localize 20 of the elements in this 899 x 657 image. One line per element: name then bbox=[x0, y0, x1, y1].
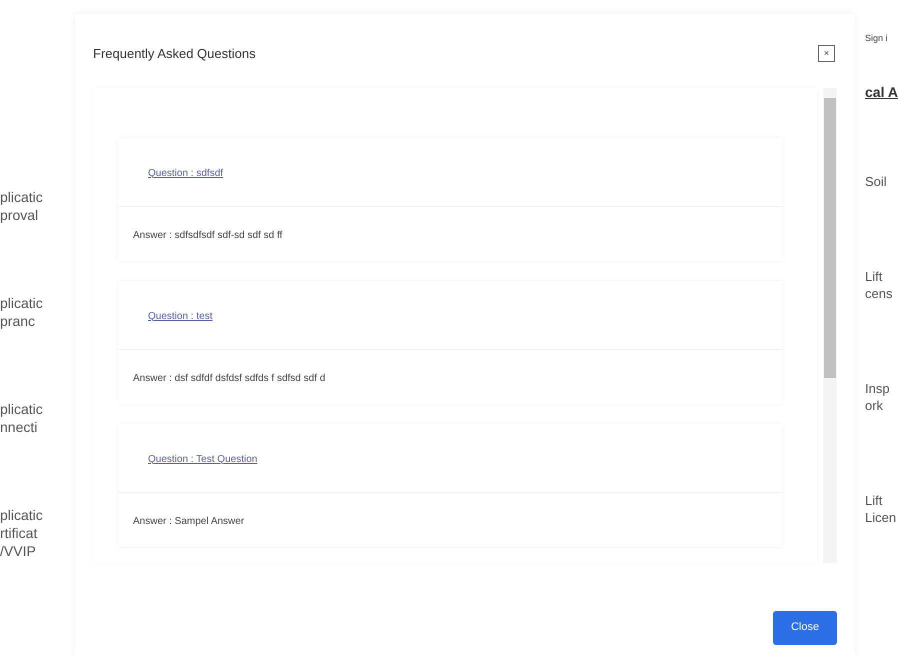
close-button[interactable]: Close bbox=[773, 610, 837, 644]
application-name: plicatic rtificat /VVIP bbox=[0, 506, 44, 560]
service-name: Lift Licen bbox=[865, 492, 898, 526]
application-name: plicatic proval bbox=[0, 188, 44, 224]
application-name: plicatic nnecti bbox=[0, 400, 44, 436]
question-link[interactable]: Question : test bbox=[148, 310, 212, 322]
close-icon[interactable]: × bbox=[818, 45, 835, 62]
service-name: Soil bbox=[865, 172, 888, 190]
answer-text: Answer : Sampel Answer bbox=[133, 516, 244, 526]
answer-text: Answer : sdfsdfsdf sdf-sd sdf sd ff bbox=[133, 230, 282, 240]
dialog-title: Frequently Asked Questions bbox=[93, 45, 256, 63]
application-name: plicatic pranc bbox=[0, 294, 44, 330]
scrollbar[interactable] bbox=[823, 88, 837, 562]
section-title: cal A bbox=[865, 82, 899, 102]
question-link[interactable]: Question : sdfsdf bbox=[148, 168, 224, 178]
service-name: Insp ork bbox=[865, 380, 891, 414]
sign-in-link[interactable]: Sign i bbox=[865, 32, 899, 46]
service-name: Lift cens bbox=[865, 268, 894, 302]
question-link[interactable]: Question : Test Question bbox=[148, 454, 258, 464]
answer-text: Answer : dsf sdfdf dsfdsf sdfds f sdfsd sdf d bbox=[133, 372, 326, 384]
